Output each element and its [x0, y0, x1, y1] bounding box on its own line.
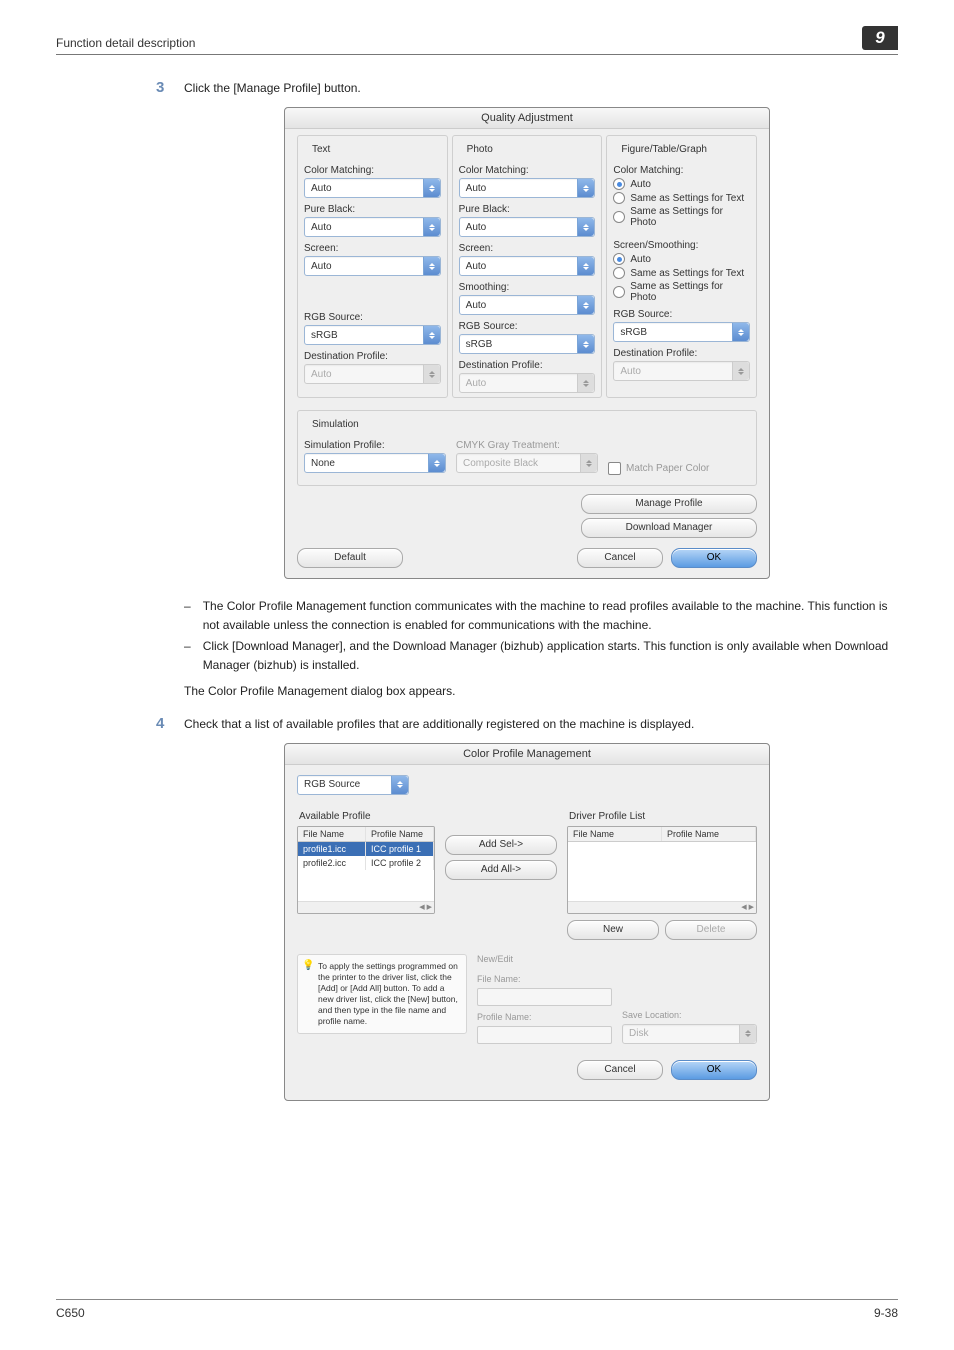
- ftg-rgb-source-combo[interactable]: sRGB: [613, 322, 750, 342]
- photo-smoothing-combo[interactable]: Auto: [459, 295, 596, 315]
- simulation-profile-combo[interactable]: None: [304, 453, 446, 473]
- list-item[interactable]: profile2.icc ICC profile 2: [298, 856, 434, 870]
- driver-profile-list-label: Driver Profile List: [569, 811, 757, 822]
- quality-adjustment-dialog: Quality Adjustment Text Color Matching: …: [284, 107, 770, 579]
- ftg-ss-auto-radio[interactable]: Auto: [613, 253, 750, 265]
- qa-cancel-button[interactable]: Cancel: [577, 548, 663, 568]
- text-dest-profile-combo: Auto: [304, 364, 441, 384]
- ftg-legend: Figure/Table/Graph: [617, 144, 711, 155]
- cpm-cancel-button[interactable]: Cancel: [577, 1060, 663, 1080]
- footer-left: C650: [56, 1306, 85, 1320]
- cpm-source-combo[interactable]: RGB Source: [297, 775, 409, 795]
- quality-adjustment-title: Quality Adjustment: [285, 108, 769, 129]
- text-screen-combo[interactable]: Auto: [304, 256, 441, 276]
- ftg-cm-auto-radio[interactable]: Auto: [613, 178, 750, 190]
- profile-name-input: [477, 1026, 612, 1044]
- cpm-ok-button[interactable]: OK: [671, 1060, 757, 1080]
- add-all-button[interactable]: Add All->: [445, 860, 557, 880]
- add-sel-button[interactable]: Add Sel->: [445, 835, 557, 855]
- ftg-cm-samephoto-radio[interactable]: Same as Settings for Photo: [613, 206, 750, 228]
- photo-rgb-source-combo[interactable]: sRGB: [459, 334, 596, 354]
- cpm-title: Color Profile Management: [285, 744, 769, 765]
- list-item[interactable]: profile1.icc ICC profile 1: [298, 842, 434, 856]
- file-name-input: [477, 988, 612, 1006]
- rgb-label: RGB Source:: [304, 312, 441, 323]
- photo-legend: Photo: [463, 144, 497, 155]
- text-rgb-source-combo[interactable]: sRGB: [304, 325, 441, 345]
- simulation-legend: Simulation: [308, 419, 363, 430]
- step-4-number: 4: [156, 715, 184, 732]
- page-badge: 9: [862, 26, 898, 50]
- pb-label: Pure Black:: [304, 204, 441, 215]
- match-paper-color-check[interactable]: Match Paper Color: [608, 462, 709, 475]
- tip-box: To apply the settings programmed on the …: [297, 954, 467, 1034]
- photo-dest-profile-combo: Auto: [459, 373, 596, 393]
- cpm-appears-text: The Color Profile Management dialog box …: [184, 682, 898, 701]
- available-profile-label: Available Profile: [299, 811, 435, 822]
- ftg-ss-sametext-radio[interactable]: Same as Settings for Text: [613, 267, 750, 279]
- text-pure-black-combo[interactable]: Auto: [304, 217, 441, 237]
- photo-screen-combo[interactable]: Auto: [459, 256, 596, 276]
- save-location-combo: Disk: [622, 1024, 757, 1044]
- new-button[interactable]: New: [567, 920, 659, 940]
- file-name-label: File Name:: [477, 974, 612, 984]
- ftg-dest-profile-combo: Auto: [613, 361, 750, 381]
- cm-label: Color Matching:: [304, 165, 441, 176]
- photo-pure-black-combo[interactable]: Auto: [459, 217, 596, 237]
- delete-button: Delete: [665, 920, 757, 940]
- driver-profile-list[interactable]: File Name Profile Name ◀ ▶: [567, 826, 757, 914]
- step-3-number: 3: [156, 79, 184, 96]
- screen-label: Screen:: [304, 243, 441, 254]
- text-color-matching-combo[interactable]: Auto: [304, 178, 441, 198]
- available-profile-list[interactable]: File Name Profile Name profile1.icc ICC …: [297, 826, 435, 914]
- default-button[interactable]: Default: [297, 548, 403, 568]
- download-manager-button[interactable]: Download Manager: [581, 518, 757, 538]
- step-4-text: Check that a list of available profiles …: [184, 715, 898, 733]
- text-legend: Text: [308, 144, 334, 155]
- step-3-text: Click the [Manage Profile] button.: [184, 79, 898, 97]
- notes-block: –The Color Profile Management function c…: [184, 597, 898, 674]
- ftg-cm-sametext-radio[interactable]: Same as Settings for Text: [613, 192, 750, 204]
- photo-color-matching-combo[interactable]: Auto: [459, 178, 596, 198]
- cmyk-gray-combo: Composite Black: [456, 453, 598, 473]
- qa-ok-button[interactable]: OK: [671, 548, 757, 568]
- profile-name-label: Profile Name:: [477, 1012, 612, 1022]
- save-location-label: Save Location:: [622, 1010, 757, 1020]
- color-profile-management-dialog: Color Profile Management RGB Source Avai…: [284, 743, 770, 1101]
- dest-label: Destination Profile:: [304, 351, 441, 362]
- manage-profile-button[interactable]: Manage Profile: [581, 494, 757, 514]
- footer-right: 9-38: [874, 1306, 898, 1320]
- section-title: Function detail description: [56, 36, 862, 50]
- ftg-ss-samephoto-radio[interactable]: Same as Settings for Photo: [613, 281, 750, 303]
